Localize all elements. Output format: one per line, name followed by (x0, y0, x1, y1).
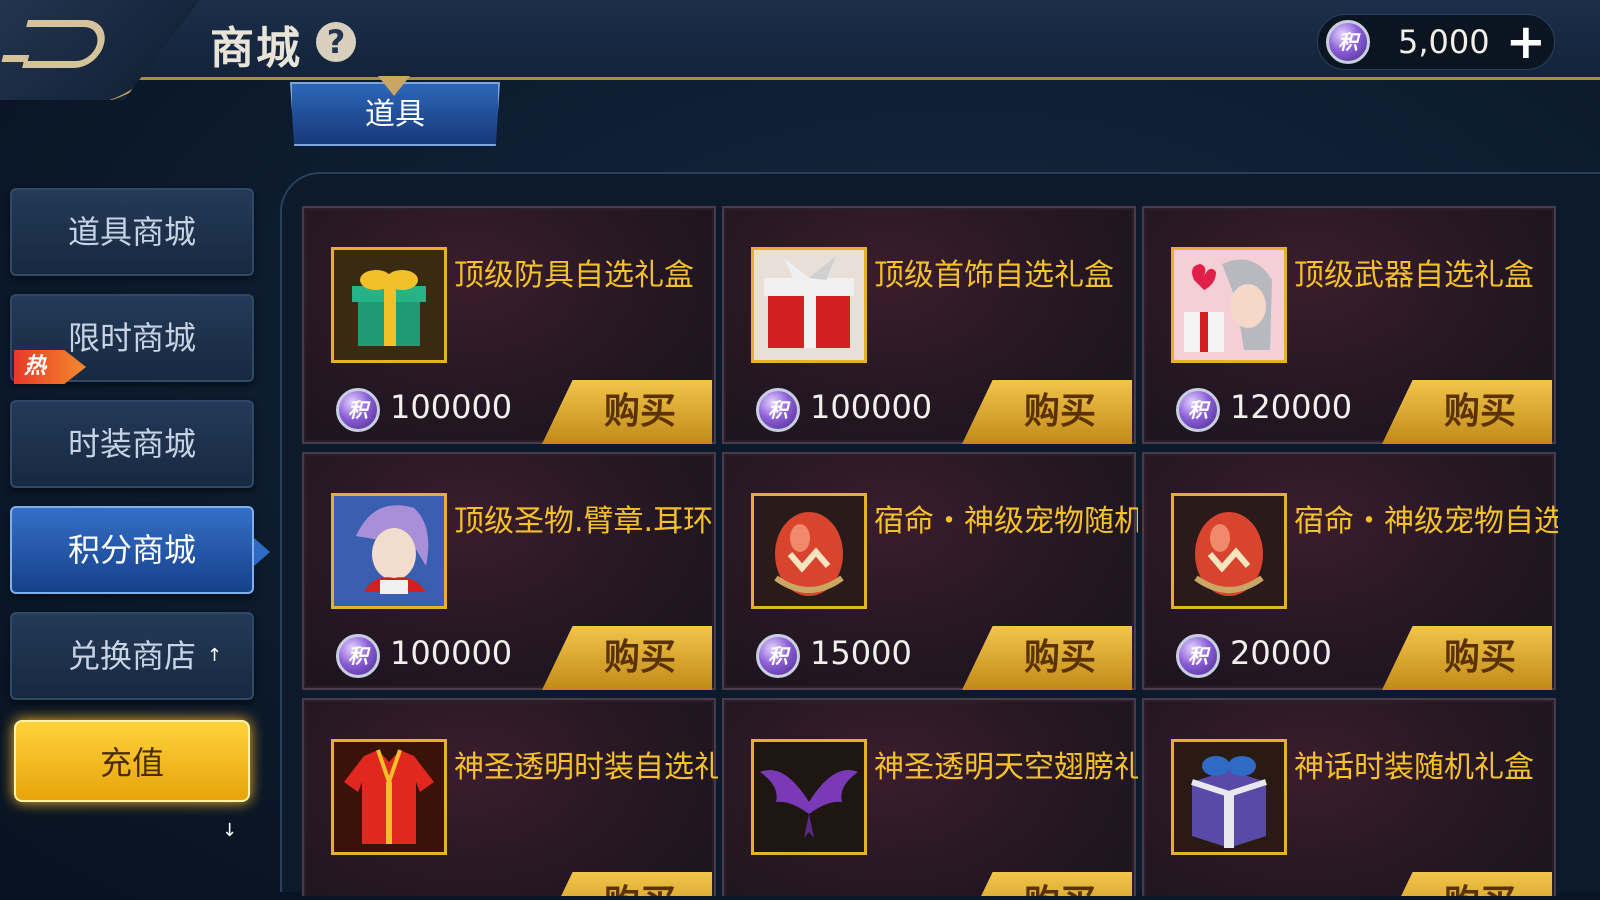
page-title: 商城 (210, 23, 302, 74)
down-arrow-icon: ↓ (222, 820, 238, 841)
sidebar-item-label: 积分商城 (67, 531, 196, 569)
points-coin-icon: 积 (1326, 20, 1370, 64)
product-name: 神话时装随机礼盒 (1294, 750, 1534, 782)
purple-hair-character-icon (331, 493, 447, 609)
product-card: 顶级防具自选礼盒 积 100000 购买 (302, 206, 716, 444)
buy-button[interactable]: 购买 (542, 380, 712, 444)
points-coin-icon: 积 (336, 388, 380, 432)
sidebar: 道具商城 限时商城热 时装商城 积分商城 兑换商店 ↑ (10, 188, 270, 718)
sidebar-item-label: 限时商城 (67, 319, 196, 357)
product-name: 顶级首饰自选礼盒 (874, 258, 1114, 290)
sidebar-item-label: 道具商城 (67, 213, 196, 251)
points-coin-icon: 积 (756, 634, 800, 678)
back-arrow-icon (22, 20, 110, 68)
product-card: 宿命・神级宠物自选 积 20000 购买 (1142, 452, 1558, 690)
product-card: 宿命・神级宠物随机 积 15000 购买 (722, 452, 1138, 690)
product-card: 顶级武器自选礼盒 积 120000 购买 (1142, 206, 1556, 444)
sidebar-item-limited-shop[interactable]: 限时商城热 (10, 294, 254, 384)
product-name: 顶级防具自选礼盒 (454, 258, 694, 290)
up-arrow-icon: ↑ (206, 645, 222, 666)
buy-button[interactable]: 购买 (1382, 380, 1552, 444)
product-price: 100000 (390, 388, 513, 426)
product-price: 100000 (810, 388, 933, 426)
product-name: 顶级武器自选礼盒 (1294, 258, 1534, 290)
product-card: 神圣透明天空翅膀礼 购买 (722, 698, 1138, 896)
buy-button[interactable]: 购买 (542, 626, 712, 690)
buy-button[interactable]: 购买 (962, 380, 1132, 444)
points-coin-icon: 积 (336, 634, 380, 678)
recharge-button[interactable]: 充值 (14, 720, 250, 802)
product-price: 15000 (810, 634, 912, 672)
product-card: 神话时装随机礼盒 购买 (1142, 698, 1556, 896)
help-icon[interactable]: ? (316, 22, 356, 62)
sidebar-item-fashion-shop[interactable]: 时装商城 (10, 400, 254, 488)
points-coin-icon: 积 (1176, 388, 1220, 432)
buy-button[interactable]: 购买 (962, 626, 1132, 690)
product-price: 120000 (1230, 388, 1353, 426)
product-name: 顶级圣物.臂章.耳环自 (454, 504, 718, 536)
blue-gift-box-icon (1171, 739, 1287, 855)
sidebar-item-label: 兑换商店 (67, 637, 196, 675)
sidebar-item-item-shop[interactable]: 道具商城 (10, 188, 254, 276)
product-name: 宿命・神级宠物随机 (874, 504, 1138, 536)
product-grid: 顶级防具自选礼盒 积 100000 购买 顶级首饰自选礼盒 积 100000 购… (302, 206, 1582, 896)
gift-box-icon (331, 247, 447, 363)
sidebar-item-label: 时装商城 (67, 425, 196, 463)
buy-button[interactable]: 购买 (1382, 626, 1552, 690)
sidebar-item-exchange-shop[interactable]: 兑换商店 ↑ (10, 612, 254, 700)
currency-amount: 5,000 (1398, 23, 1490, 61)
product-price: 20000 (1230, 634, 1332, 672)
product-card: 顶级首饰自选礼盒 积 100000 购买 (722, 206, 1136, 444)
points-coin-icon: 积 (756, 388, 800, 432)
sidebar-item-points-shop[interactable]: 积分商城 (10, 506, 270, 594)
product-card: 顶级圣物.臂章.耳环自 积 100000 购买 (302, 452, 718, 690)
product-card: 神圣透明时装自选礼盒 购买 (302, 698, 718, 896)
product-name: 神圣透明时装自选礼盒 (454, 750, 718, 782)
purple-wings-icon (751, 739, 867, 855)
red-gift-box-icon (751, 247, 867, 363)
buy-button[interactable]: 购买 (1382, 872, 1552, 896)
buy-button[interactable]: 购买 (962, 872, 1132, 896)
product-name: 宿命・神级宠物自选 (1294, 504, 1558, 536)
shop-screen: 商城 ? 积 5,000 + 道具 道具商城 限时商城热 时装商城 积分商城 兑… (0, 0, 1600, 900)
character-portrait-icon (1171, 247, 1287, 363)
buy-button[interactable]: 购买 (542, 872, 712, 896)
product-price: 100000 (390, 634, 513, 672)
pet-egg-icon (751, 493, 867, 609)
red-robe-icon (331, 739, 447, 855)
product-name: 神圣透明天空翅膀礼 (874, 750, 1138, 782)
pet-egg-icon (1171, 493, 1287, 609)
add-currency-button[interactable]: + (1506, 17, 1546, 67)
currency-display: 积 5,000 + (1317, 14, 1555, 70)
points-coin-icon: 积 (1176, 634, 1220, 678)
